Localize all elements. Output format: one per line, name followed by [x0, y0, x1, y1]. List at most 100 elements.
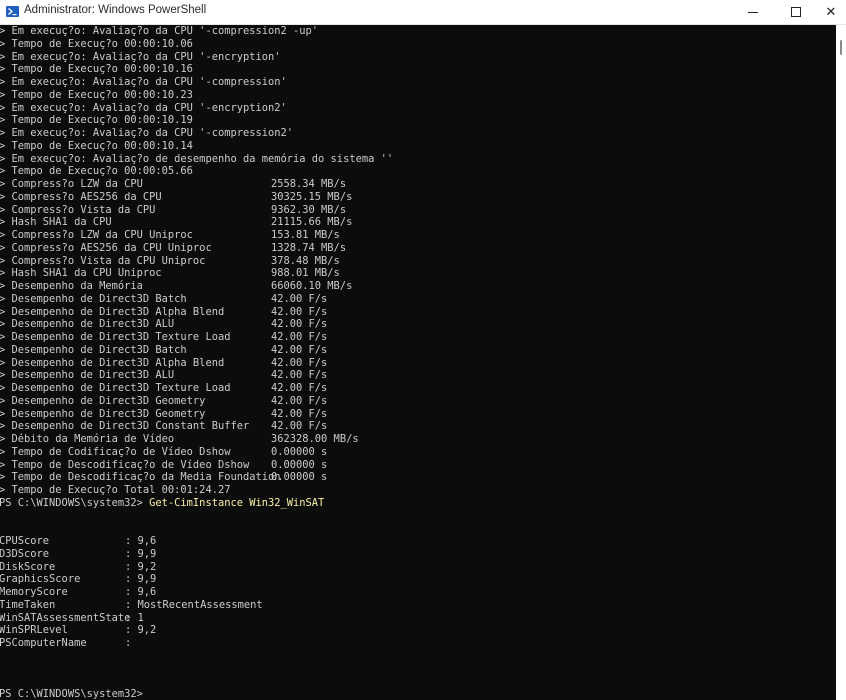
result-value: 42.00 F/s — [271, 292, 328, 305]
log-line: > Em execuç?o: Avaliaç?o da CPU '-compre… — [0, 25, 319, 37]
property-name: PSComputerName — [0, 637, 87, 649]
log-line: > Em execuç?o: Avaliaç?o de desempenho d… — [0, 152, 394, 165]
result-value: 988.01 MB/s — [271, 267, 340, 280]
result-label: > Hash SHA1 da CPU — [0, 216, 112, 229]
powershell-icon — [6, 6, 19, 17]
property-line: PSComputerName: — [0, 637, 138, 649]
result-line: > Desempenho de Direct3D Constant Buffer… — [0, 420, 836, 433]
property-value: 9,2 — [137, 560, 157, 573]
result-value: 153.81 MB/s — [271, 229, 340, 241]
log-line: > Tempo de Execuç?o 00:00:10.19 — [0, 114, 193, 127]
result-value: 66060.10 MB/s — [271, 280, 353, 292]
result-label: > Tempo de Descodificaç?o de Vídeo Dshow — [0, 458, 250, 471]
result-label: > Débito da Memória de Vídeo — [0, 433, 175, 445]
result-line: > Compress?o Vista da CPU 9362.30 MB/s — [0, 204, 836, 217]
result-line: > Desempenho de Direct3D Texture Load 42.… — [0, 382, 836, 395]
property-name: DiskScore — [0, 560, 56, 573]
property-value: 9,9 — [137, 547, 157, 560]
log-line: > Tempo de Execuç?o 00:00:10.23 — [0, 88, 193, 101]
result-label: > Compress?o Vista da CPU Uniproc — [0, 254, 206, 267]
title-bar[interactable]: Administrator: Windows PowerShell ✕ — [0, 0, 846, 25]
result-value: 362328.00 MB/s — [271, 433, 359, 445]
result-line: > Compress?o Vista da CPU Uniproc 378.48 … — [0, 255, 836, 268]
property-line: WinSATAssessmentState: 1 — [0, 611, 144, 624]
result-line: > Tempo de Codificaç?o de Vídeo Dshow 0.0… — [0, 446, 836, 459]
result-value: 42.00 F/s — [271, 394, 328, 407]
result-line: > Compress?o LZW da CPU Uniproc 153.81 MB… — [0, 229, 836, 242]
property-name: CPUScore — [0, 535, 50, 547]
result-value: 42.00 F/s — [271, 407, 328, 420]
result-value: 42.00 F/s — [271, 305, 328, 318]
property-line: WinSPRLevel: 9,2 — [0, 624, 157, 637]
result-value: 42.00 F/s — [271, 331, 328, 343]
prompt-text: PS C:\WINDOWS\system32> — [0, 496, 150, 509]
result-value: 1328.74 MB/s — [271, 241, 347, 254]
result-line: > Compress?o AES256 da CPU Uniproc 1328.7… — [0, 242, 836, 255]
result-line: > Compress?o AES256 da CPU 30325.15 MB/s — [0, 191, 836, 204]
result-label: > Tempo de Codificaç?o de Vídeo Dshow — [0, 445, 231, 458]
property-name: D3DScore — [0, 547, 50, 560]
log-line: > Tempo de Execuç?o 00:00:10.16 — [0, 63, 193, 76]
result-value: 0.00000 s — [271, 458, 328, 471]
result-line: > Tempo de Descodificaç?o da Media Found… — [0, 471, 836, 484]
property-name: MemoryScore — [0, 586, 68, 598]
log-line: > Em execuç?o: Avaliaç?o da CPU '-compre… — [0, 127, 294, 139]
result-label: > Desempenho de Direct3D Alpha Blend — [0, 356, 225, 369]
property-name: WinSPRLevel — [0, 624, 68, 637]
result-value: 378.48 MB/s — [271, 254, 340, 267]
result-line: > Desempenho de Direct3D Batch 42.00 F/s — [0, 293, 836, 306]
property-value: MostRecentAssessment — [137, 598, 263, 611]
property-value: 9,6 — [137, 586, 157, 598]
result-value: 42.00 F/s — [271, 343, 328, 356]
console-output[interactable]: > Em execuç?o: Avaliaç?o da CPU '-compre… — [0, 25, 836, 700]
property-value: 1 — [137, 611, 144, 624]
result-line: > Desempenho de Direct3D Geometry 42.00 F… — [0, 408, 836, 421]
log-line: > Tempo de Execuç?o 00:00:10.14 — [0, 139, 193, 152]
command-line: PS C:\WINDOWS\system32> Get-CimInstance … — [0, 497, 836, 510]
property-line: TimeTaken: MostRecentAssessment — [0, 598, 263, 611]
log-line: > Tempo de Execuç?o 00:00:05.66 — [0, 165, 193, 178]
result-label: > Desempenho de Direct3D Batch — [0, 292, 187, 305]
result-line: > Desempenho de Direct3D Geometry 42.00 F… — [0, 395, 836, 408]
property-line: D3DScore: 9,9 — [0, 547, 157, 560]
log-line: > Em execuç?o: Avaliaç?o da CPU '-encryp… — [0, 101, 287, 114]
property-name: WinSATAssessmentState — [0, 611, 131, 624]
property-name: TimeTaken — [0, 598, 56, 611]
result-line: > Tempo de Descodificaç?o de Vídeo Dshow… — [0, 459, 836, 472]
total-time-line: > Tempo de Execuç?o Total 00:01:24.27 — [0, 484, 231, 496]
result-value: 42.00 F/s — [271, 382, 328, 394]
result-label: > Desempenho de Direct3D Batch — [0, 343, 187, 356]
result-value: 0.00000 s — [271, 471, 328, 484]
vertical-scrollbar[interactable] — [836, 25, 846, 700]
result-label: > Desempenho de Direct3D Geometry — [0, 394, 206, 407]
current-prompt[interactable]: PS C:\WINDOWS\system32> — [0, 688, 836, 700]
window-title: Administrator: Windows PowerShell — [24, 4, 207, 16]
close-button[interactable]: ✕ — [809, 0, 846, 24]
result-value: 42.00 F/s — [271, 369, 328, 382]
scrollbar-thumb[interactable] — [840, 40, 842, 55]
result-label: > Compress?o AES256 da CPU Uniproc — [0, 241, 212, 254]
result-label: > Compress?o Vista da CPU — [0, 203, 156, 216]
result-label: > Tempo de Descodificaç?o da Media Found… — [0, 471, 281, 484]
property-value: 9,2 — [137, 624, 157, 637]
result-label: > Desempenho de Direct3D ALU — [0, 318, 175, 331]
powershell-window: Administrator: Windows PowerShell ✕ > Em… — [0, 0, 846, 700]
minimize-button[interactable] — [731, 0, 775, 24]
result-line: > Desempenho de Direct3D ALU 42.00 F/s — [0, 318, 836, 331]
property-line: DiskScore: 9,2 — [0, 560, 157, 573]
result-line: > Débito da Memória de Vídeo 362328.00 MB… — [0, 433, 836, 446]
result-line: > Compress?o LZW da CPU 2558.34 MB/s — [0, 178, 836, 191]
property-line: GraphicsScore: 9,9 — [0, 573, 157, 586]
result-label: > Desempenho de Direct3D Texture Load — [0, 331, 231, 343]
result-label: > Desempenho de Direct3D ALU — [0, 369, 175, 382]
property-line: CPUScore: 9,6 — [0, 535, 157, 547]
result-value: 21115.66 MB/s — [271, 216, 353, 229]
result-value: 42.00 F/s — [271, 420, 328, 433]
result-label: > Compress?o AES256 da CPU — [0, 190, 162, 203]
result-line: > Desempenho de Direct3D Texture Load 42.… — [0, 331, 836, 344]
close-icon: ✕ — [825, 4, 837, 20]
